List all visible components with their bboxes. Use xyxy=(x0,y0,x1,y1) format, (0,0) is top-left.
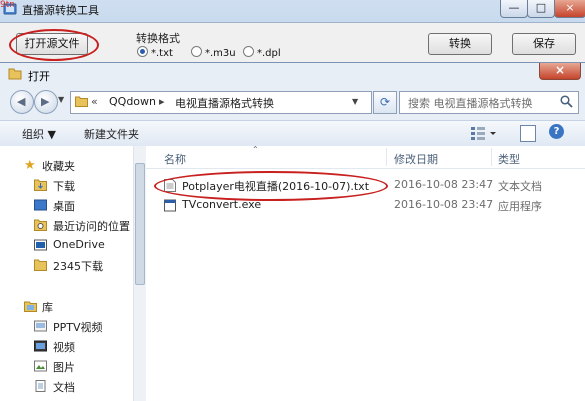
video-library-icon xyxy=(34,340,47,352)
download-folder-icon xyxy=(34,179,47,191)
column-modified[interactable]: 修改日期 xyxy=(394,151,438,167)
radio-indicator xyxy=(191,46,202,57)
help-icon[interactable]: ? xyxy=(549,124,564,139)
onedrive-icon xyxy=(34,239,47,251)
forward-button[interactable]: ▶ xyxy=(34,90,58,114)
nav-desktop[interactable]: 桌面 xyxy=(0,195,132,215)
watermark: 9tn xyxy=(0,0,15,10)
maximize-button[interactable]: □ xyxy=(527,0,555,18)
scrollbar-thumb[interactable] xyxy=(135,163,145,285)
library-folder-icon xyxy=(34,320,47,332)
tool-close-button[interactable]: × xyxy=(554,0,585,18)
file-modified: 2016-10-08 23:47 xyxy=(394,178,494,191)
nav-documents[interactable]: 文档 xyxy=(0,376,132,396)
search-placeholder: 搜索 电视直播源格式转换 xyxy=(408,97,533,110)
column-type[interactable]: 类型 xyxy=(498,151,520,167)
nav-libraries[interactable]: 库 xyxy=(0,296,132,316)
nav-favorites[interactable]: ★ 收藏夹 xyxy=(0,155,132,175)
arrow-right-icon: ▶ xyxy=(41,95,50,108)
save-button[interactable]: 保存 xyxy=(512,33,576,55)
close-button[interactable]: × xyxy=(539,63,581,80)
command-bar: 组织 ▼ 新建文件夹 ? xyxy=(0,120,585,147)
breadcrumb-qqdown[interactable]: QQdown xyxy=(109,95,156,108)
recent-places-icon xyxy=(34,219,47,231)
minimize-button[interactable]: — xyxy=(500,0,528,18)
folder-icon xyxy=(34,259,47,271)
breadcrumb-separator[interactable]: « xyxy=(91,95,98,108)
open-file-dialog: 打开 × ◀ ▶ ▼ « QQdown ▸ 电视直播源格式转换 ▼ ⟳ 搜索 电… xyxy=(0,62,585,401)
search-icon xyxy=(560,95,573,108)
file-type: 文本文档 xyxy=(498,180,542,193)
radio-indicator xyxy=(243,46,254,57)
breadcrumb-separator[interactable]: ▸ xyxy=(159,95,165,108)
format-radio-dpl[interactable]: *.dpl xyxy=(243,46,281,59)
highlight-circle-open-button xyxy=(9,29,99,61)
column-name[interactable]: 名称 xyxy=(164,151,186,167)
organize-menu[interactable]: 组织 ▼ xyxy=(22,126,56,142)
nav-onedrive[interactable]: OneDrive xyxy=(0,235,132,255)
view-options-icon[interactable] xyxy=(470,125,498,141)
new-folder-button[interactable]: 新建文件夹 xyxy=(84,126,139,142)
nav-2345-downloads[interactable]: 2345下载 xyxy=(0,255,132,275)
nav-videos[interactable]: 视频 xyxy=(0,336,132,356)
folder-icon xyxy=(75,96,88,107)
breadcrumb-current-folder[interactable]: 电视直播源格式转换 xyxy=(175,95,274,111)
refresh-icon: ⟳ xyxy=(379,95,391,109)
format-radio-txt[interactable]: *.txt xyxy=(137,46,173,59)
column-divider[interactable] xyxy=(386,148,387,166)
recent-locations-dropdown[interactable]: ▼ xyxy=(58,95,64,104)
dialog-title: 打开 xyxy=(28,70,50,83)
arrow-left-icon: ◀ xyxy=(17,95,26,108)
folder-icon xyxy=(8,68,22,80)
column-header: 名称 ⌃ 修改日期 类型 xyxy=(146,145,585,169)
convert-button[interactable]: 转换 xyxy=(428,33,492,55)
file-type: 应用程序 xyxy=(498,200,542,213)
picture-library-icon xyxy=(34,360,47,372)
chevron-down-icon[interactable]: ▼ xyxy=(352,97,358,106)
preview-pane-icon[interactable] xyxy=(520,125,536,142)
radio-indicator xyxy=(137,46,148,57)
format-radio-m3u[interactable]: *.m3u xyxy=(191,46,236,59)
document-library-icon xyxy=(35,380,46,392)
star-icon: ★ xyxy=(24,158,36,173)
sort-chevron-icon: ⌃ xyxy=(252,145,259,154)
search-input[interactable]: 搜索 电视直播源格式转换 xyxy=(399,91,579,114)
library-icon xyxy=(24,301,37,312)
format-label: 转换格式 xyxy=(136,32,180,45)
address-bar[interactable]: « QQdown ▸ 电视直播源格式转换 ▼ xyxy=(70,91,372,114)
window-title: 直播源转换工具 xyxy=(22,4,99,17)
refresh-button[interactable]: ⟳ xyxy=(373,91,397,114)
nav-recent-places[interactable]: 最近访问的位置 xyxy=(0,215,132,235)
file-row[interactable]: TVconvert.exe 2016-10-08 23:47 应用程序 xyxy=(146,195,585,215)
nav-downloads[interactable]: 下载 xyxy=(0,175,132,195)
nav-pptv-videos[interactable]: PPTV视频 xyxy=(0,316,132,336)
back-button[interactable]: ◀ xyxy=(10,90,34,114)
desktop-icon xyxy=(34,199,47,211)
file-name: TVconvert.exe xyxy=(182,198,262,211)
nav-pictures[interactable]: 图片 xyxy=(0,356,132,376)
file-modified: 2016-10-08 23:47 xyxy=(394,198,494,211)
column-divider[interactable] xyxy=(491,148,492,166)
exe-file-icon xyxy=(164,199,176,212)
